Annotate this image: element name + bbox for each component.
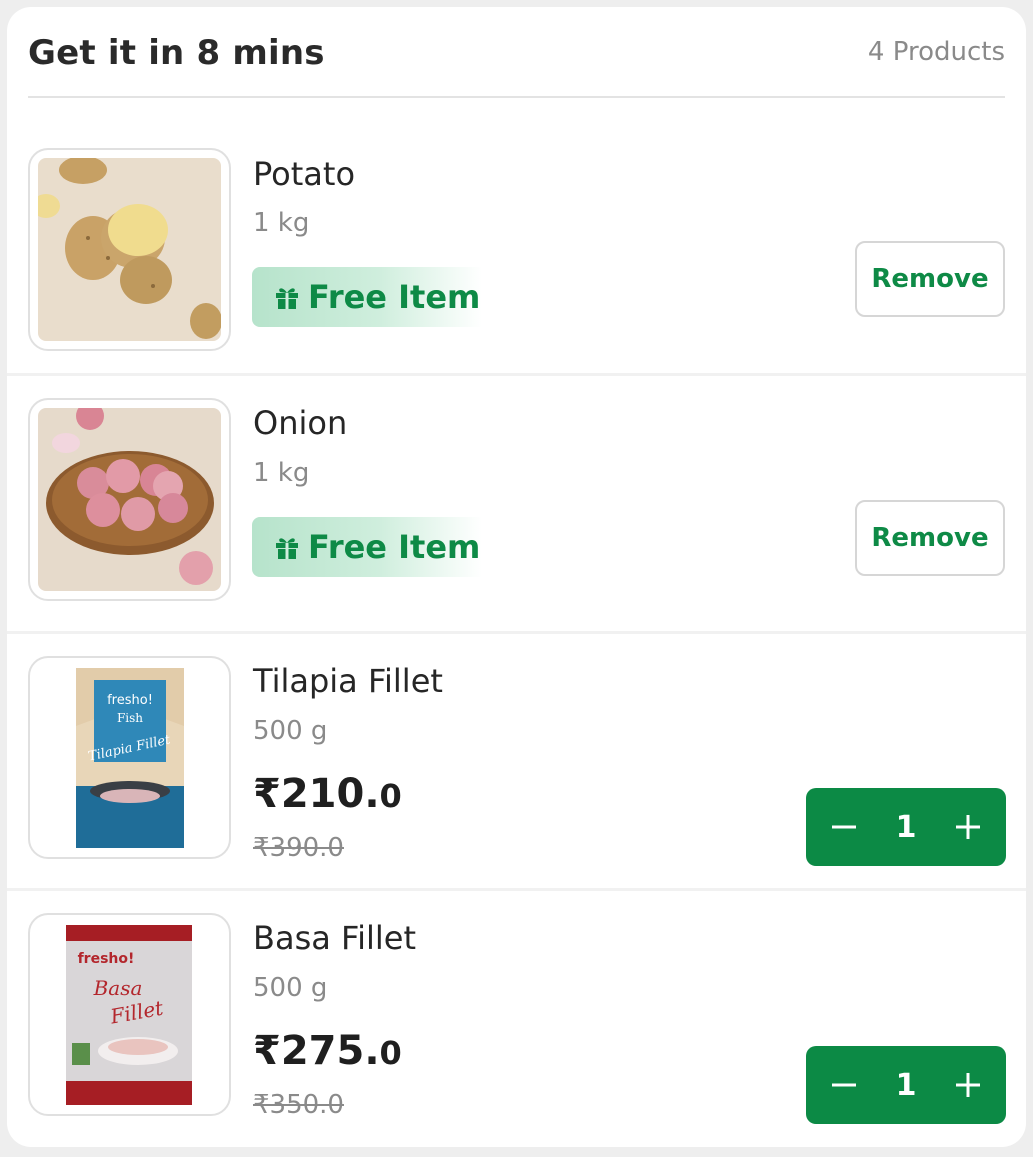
price-main: ₹275.: [253, 1028, 380, 1074]
minus-icon: [832, 825, 856, 829]
gift-icon: [276, 538, 298, 559]
product-quantity: 1 kg: [253, 208, 310, 238]
quantity-value: 1: [895, 809, 917, 845]
svg-text:Basa: Basa: [93, 976, 143, 1000]
product-price: ₹275.0: [253, 1028, 402, 1074]
free-item-badge: Free Item: [252, 267, 482, 327]
price-decimal: 0: [379, 1034, 402, 1072]
cart-item-onion: Onion 1 kg Free Item Remove: [7, 373, 1026, 631]
product-count: 4 Products: [867, 37, 1005, 67]
product-mrp: ₹350.0: [253, 1090, 344, 1120]
minus-icon: [832, 1083, 856, 1087]
cart-item-basa: fresho! Basa Fillet Basa Fillet 500 g ₹2…: [7, 888, 1026, 1146]
onion-image: [38, 408, 221, 591]
product-image-tilapia: fresho! Fish Tilapia Fillet: [28, 656, 231, 859]
quantity-value: 1: [895, 1067, 917, 1103]
product-image-basa: fresho! Basa Fillet: [28, 913, 231, 1116]
decrement-button[interactable]: [806, 1046, 882, 1124]
plus-icon: [956, 1073, 980, 1097]
cart-item-potato: Potato 1 kg Free Item Remove: [7, 117, 1026, 375]
quantity-stepper: 1: [806, 1046, 1006, 1124]
quantity-stepper: 1: [806, 788, 1006, 866]
product-image-onion: [28, 398, 231, 601]
product-quantity: 500 g: [253, 973, 328, 1003]
price-decimal: 0: [379, 777, 402, 815]
product-name: Tilapia Fillet: [253, 662, 443, 700]
product-name: Potato: [253, 155, 356, 193]
product-quantity: 500 g: [253, 716, 328, 746]
svg-text:fresho!: fresho!: [107, 693, 153, 708]
increment-button[interactable]: [930, 1046, 1006, 1124]
svg-text:fresho!: fresho!: [78, 951, 135, 967]
product-image-potato: [28, 148, 231, 351]
free-item-badge: Free Item: [252, 517, 482, 577]
product-price: ₹210.0: [253, 771, 402, 817]
cart-item-tilapia: fresho! Fish Tilapia Fillet Tilapia Fill…: [7, 631, 1026, 889]
section-header: Get it in 8 mins 4 Products: [28, 7, 1005, 98]
product-mrp: ₹390.0: [253, 833, 344, 863]
cart-section-card: Get it in 8 mins 4 Products Potato 1 kg: [7, 7, 1026, 1147]
price-main: ₹210.: [253, 771, 380, 817]
potato-image: [38, 158, 221, 341]
plus-icon: [956, 815, 980, 839]
remove-button[interactable]: Remove: [855, 241, 1005, 317]
decrement-button[interactable]: [806, 788, 882, 866]
product-name: Onion: [253, 404, 348, 442]
gift-icon: [276, 288, 298, 309]
delivery-time-title: Get it in 8 mins: [28, 33, 325, 73]
increment-button[interactable]: [930, 788, 1006, 866]
free-item-label: Free Item: [308, 528, 481, 566]
basa-package-image: fresho! Basa Fillet: [38, 923, 221, 1106]
remove-button[interactable]: Remove: [855, 500, 1005, 576]
svg-text:Fish: Fish: [117, 711, 143, 725]
tilapia-package-image: fresho! Fish Tilapia Fillet: [38, 666, 221, 849]
product-name: Basa Fillet: [253, 919, 416, 957]
free-item-label: Free Item: [308, 278, 481, 316]
product-quantity: 1 kg: [253, 458, 310, 488]
